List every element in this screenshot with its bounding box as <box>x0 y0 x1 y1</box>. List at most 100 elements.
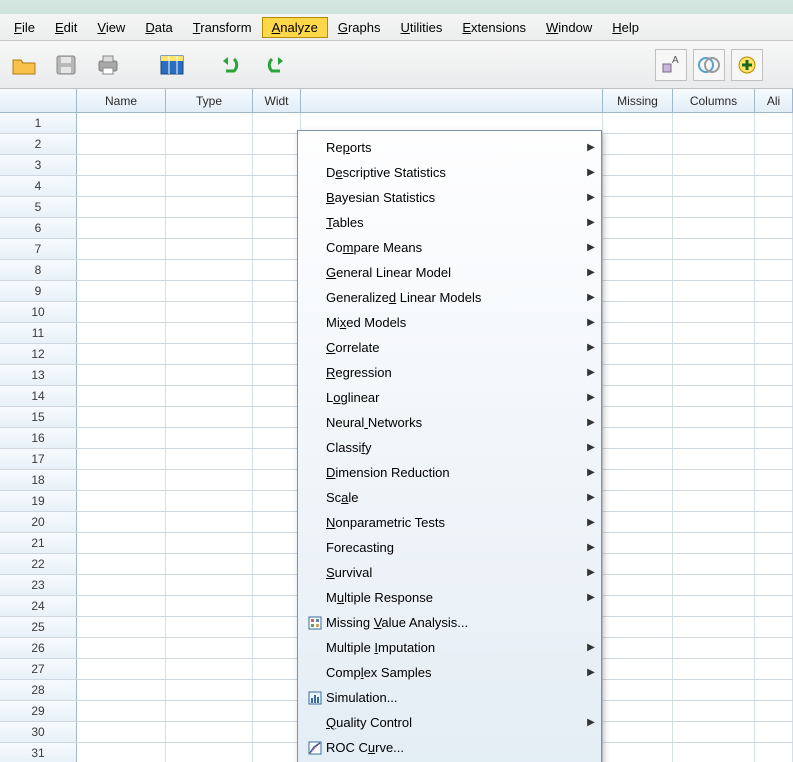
row-number[interactable]: 12 <box>0 344 77 364</box>
menuitem-mixed-models[interactable]: Mixed Models▶ <box>300 310 599 335</box>
row-number[interactable]: 20 <box>0 512 77 532</box>
menuitem-general-linear-model[interactable]: General Linear Model▶ <box>300 260 599 285</box>
redo-icon[interactable] <box>258 49 290 81</box>
menuitem-compare-means[interactable]: Compare Means▶ <box>300 235 599 260</box>
menuitem-quality-control[interactable]: Quality Control▶ <box>300 710 599 735</box>
menuitem-dimension-reduction[interactable]: Dimension Reduction▶ <box>300 460 599 485</box>
row-number[interactable]: 10 <box>0 302 77 322</box>
title-bar <box>0 0 793 14</box>
row-number[interactable]: 5 <box>0 197 77 217</box>
row-number[interactable]: 14 <box>0 386 77 406</box>
row-number[interactable]: 15 <box>0 407 77 427</box>
menuitem-multiple-imputation[interactable]: Multiple Imputation▶ <box>300 635 599 660</box>
menuitem-reports[interactable]: Reports▶ <box>300 135 599 160</box>
row-number[interactable]: 22 <box>0 554 77 574</box>
submenu-arrow-icon: ▶ <box>583 167 599 178</box>
menuitem-descriptive-statistics[interactable]: Descriptive Statistics▶ <box>300 160 599 185</box>
row-number[interactable]: 11 <box>0 323 77 343</box>
row-number[interactable]: 21 <box>0 533 77 553</box>
menuitem-label: Neural Networks <box>326 415 583 430</box>
undo-icon[interactable] <box>216 49 248 81</box>
menu-graphs[interactable]: Graphs <box>328 17 391 38</box>
row-number[interactable]: 25 <box>0 617 77 637</box>
save-icon[interactable] <box>50 49 82 81</box>
menuitem-simulation[interactable]: Simulation... <box>300 685 599 710</box>
menuitem-multiple-response[interactable]: Multiple Response▶ <box>300 585 599 610</box>
col-align[interactable]: Ali <box>755 89 793 112</box>
submenu-arrow-icon: ▶ <box>583 642 599 653</box>
menuitem-loglinear[interactable]: Loglinear▶ <box>300 385 599 410</box>
menuitem-nonparametric-tests[interactable]: Nonparametric Tests▶ <box>300 510 599 535</box>
col-type[interactable]: Type <box>166 89 253 112</box>
row-number[interactable]: 8 <box>0 260 77 280</box>
row-number[interactable]: 2 <box>0 134 77 154</box>
menu-data[interactable]: Data <box>135 17 182 38</box>
open-icon[interactable] <box>8 49 40 81</box>
menuitem-complex-samples[interactable]: Complex Samples▶ <box>300 660 599 685</box>
sets-icon[interactable] <box>693 49 725 81</box>
menu-help[interactable]: Help <box>602 17 649 38</box>
row-number[interactable]: 4 <box>0 176 77 196</box>
menuitem-classify[interactable]: Classify▶ <box>300 435 599 460</box>
menuitem-scale[interactable]: Scale▶ <box>300 485 599 510</box>
row-number[interactable]: 29 <box>0 701 77 721</box>
row-number[interactable]: 28 <box>0 680 77 700</box>
roc-icon <box>306 741 324 755</box>
row-number[interactable]: 18 <box>0 470 77 490</box>
menuitem-forecasting[interactable]: Forecasting▶ <box>300 535 599 560</box>
row-number[interactable]: 17 <box>0 449 77 469</box>
menuitem-neural-networks[interactable]: Neural Networks▶ <box>300 410 599 435</box>
menu-transform[interactable]: Transform <box>183 17 262 38</box>
row-number[interactable]: 30 <box>0 722 77 742</box>
col-columns[interactable]: Columns <box>673 89 755 112</box>
row-number[interactable]: 13 <box>0 365 77 385</box>
row-number[interactable]: 16 <box>0 428 77 448</box>
mva-icon <box>306 616 324 630</box>
menuitem-label: Quality Control <box>326 715 583 730</box>
menu-view[interactable]: View <box>87 17 135 38</box>
menu-extensions[interactable]: Extensions <box>452 17 536 38</box>
add-icon[interactable] <box>731 49 763 81</box>
col-missing[interactable]: Missing <box>603 89 673 112</box>
menuitem-label: Bayesian Statistics <box>326 190 583 205</box>
menu-utilities[interactable]: Utilities <box>390 17 452 38</box>
row-number[interactable]: 3 <box>0 155 77 175</box>
print-icon[interactable] <box>92 49 124 81</box>
menuitem-bayesian-statistics[interactable]: Bayesian Statistics▶ <box>300 185 599 210</box>
row-number[interactable]: 26 <box>0 638 77 658</box>
menuitem-generalized-linear-models[interactable]: Generalized Linear Models▶ <box>300 285 599 310</box>
menu-file[interactable]: File <box>4 17 45 38</box>
col-width[interactable]: Widt <box>253 89 301 112</box>
row-number[interactable]: 24 <box>0 596 77 616</box>
menuitem-label: Scale <box>326 490 583 505</box>
menuitem-label: Regression <box>326 365 583 380</box>
submenu-arrow-icon: ▶ <box>583 467 599 478</box>
row-number[interactable]: 7 <box>0 239 77 259</box>
data-view-icon[interactable] <box>156 49 188 81</box>
submenu-arrow-icon: ▶ <box>583 142 599 153</box>
menuitem-regression[interactable]: Regression▶ <box>300 360 599 385</box>
row-number[interactable]: 1 <box>0 113 77 133</box>
col-name[interactable]: Name <box>77 89 166 112</box>
menuitem-label: Nonparametric Tests <box>326 515 583 530</box>
row-number[interactable]: 23 <box>0 575 77 595</box>
menuitem-survival[interactable]: Survival▶ <box>300 560 599 585</box>
row-number[interactable]: 27 <box>0 659 77 679</box>
subset-icon[interactable]: A <box>655 49 687 81</box>
menuitem-tables[interactable]: Tables▶ <box>300 210 599 235</box>
menu-analyze[interactable]: Analyze <box>262 17 328 38</box>
row-number[interactable]: 9 <box>0 281 77 301</box>
menu-edit[interactable]: Edit <box>45 17 87 38</box>
menuitem-missing-value-analysis[interactable]: Missing Value Analysis... <box>300 610 599 635</box>
submenu-arrow-icon: ▶ <box>583 292 599 303</box>
row-number[interactable]: 6 <box>0 218 77 238</box>
menuitem-correlate[interactable]: Correlate▶ <box>300 335 599 360</box>
row-number[interactable]: 19 <box>0 491 77 511</box>
menuitem-roc-curve[interactable]: ROC Curve... <box>300 735 599 760</box>
sim-icon <box>306 691 324 705</box>
menuitem-label: Tables <box>326 215 583 230</box>
row-number[interactable]: 31 <box>0 743 77 762</box>
submenu-arrow-icon: ▶ <box>583 267 599 278</box>
menuitem-label: Classify <box>326 440 583 455</box>
menu-window[interactable]: Window <box>536 17 602 38</box>
